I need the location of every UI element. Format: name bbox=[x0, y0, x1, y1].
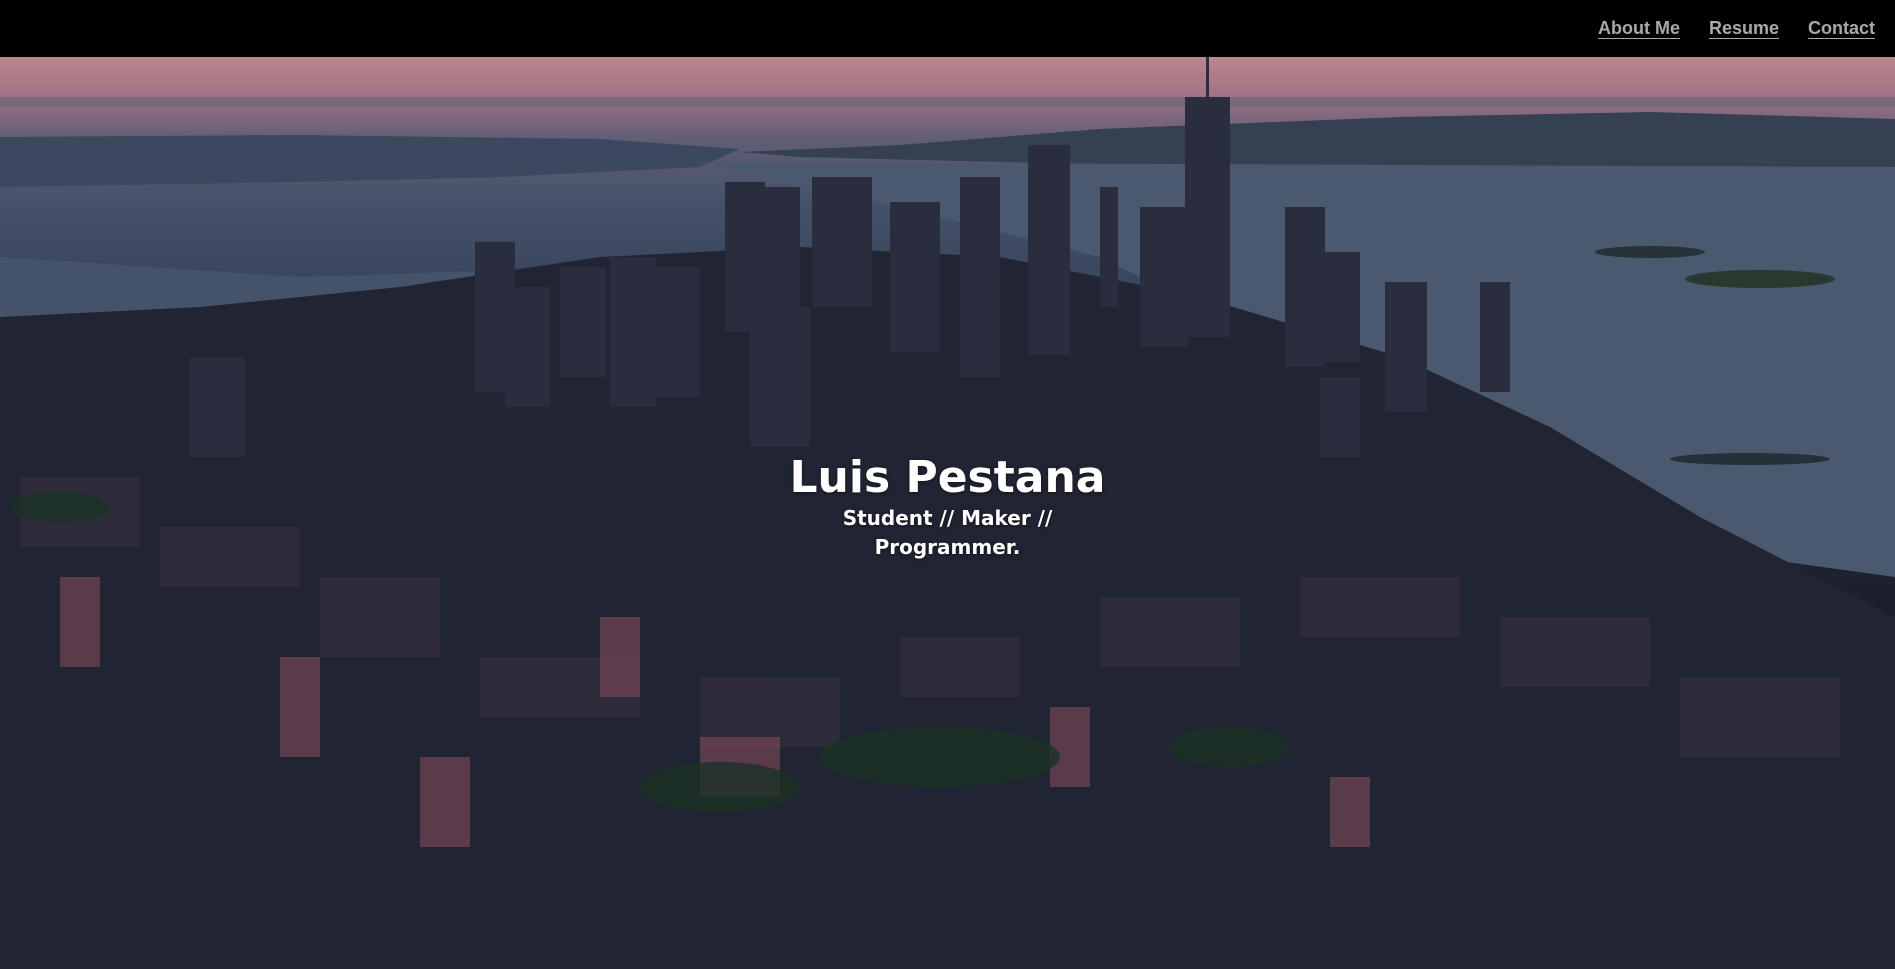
hero-tagline: Student // Maker // Programmer. bbox=[842, 506, 1053, 559]
top-navbar: About Me Resume Contact bbox=[0, 0, 1895, 57]
hero-text-block: Luis Pestana Student // Maker // Program… bbox=[0, 452, 1895, 562]
hero-title: Luis Pestana bbox=[789, 452, 1106, 503]
nav-link-contact[interactable]: Contact bbox=[1808, 18, 1875, 39]
hero-section: Luis Pestana Student // Maker // Program… bbox=[0, 57, 1895, 969]
nav-link-resume[interactable]: Resume bbox=[1709, 18, 1779, 39]
nav-link-about-me[interactable]: About Me bbox=[1598, 18, 1680, 39]
